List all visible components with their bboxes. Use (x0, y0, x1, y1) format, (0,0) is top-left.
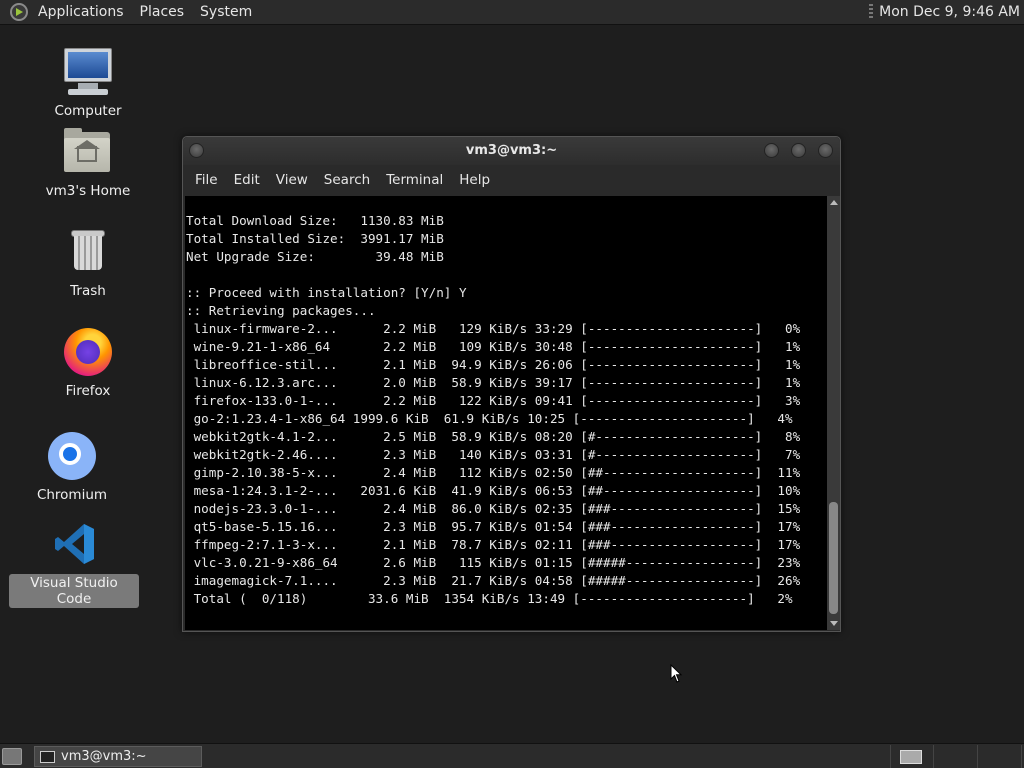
menu-view[interactable]: View (268, 172, 316, 188)
desktop-icon-label: Firefox (65, 383, 111, 399)
desktop-icon-trash[interactable]: Trash (23, 226, 153, 300)
terminal-line: nodejs-23.3.0-1-... 2.4 MiB 86.0 KiB/s 0… (186, 501, 801, 516)
desktop-icon-label: vm3's Home (45, 183, 131, 199)
terminal-window[interactable]: vm3@vm3:~ File Edit View Search Terminal… (182, 136, 841, 632)
chromium-icon (46, 430, 98, 482)
desktop-icon-label: Trash (70, 283, 106, 299)
taskbar-window-button[interactable]: vm3@vm3:~ (34, 746, 202, 767)
terminal-line: Net Upgrade Size: 39.48 MiB (186, 249, 444, 264)
panel-grip-icon (869, 4, 874, 20)
terminal-line: go-2:1.23.4-1-x86_64 1999.6 KiB 61.9 KiB… (186, 411, 793, 426)
terminal-line: linux-firmware-2... 2.2 MiB 129 KiB/s 33… (186, 321, 801, 336)
system-menu[interactable]: System (192, 0, 260, 25)
terminal-line: :: Retrieving packages... (186, 303, 376, 318)
window-title: vm3@vm3:~ (465, 143, 558, 158)
minimize-icon[interactable] (764, 143, 779, 158)
desktop-icon-firefox[interactable]: Firefox (23, 326, 153, 400)
desktop-icon-label: Chromium (36, 487, 108, 503)
terminal-line: webkit2gtk-2.46.... 2.3 MiB 140 KiB/s 03… (186, 447, 801, 462)
terminal-line: webkit2gtk-4.1-2... 2.5 MiB 58.9 KiB/s 0… (186, 429, 801, 444)
top-panel: Applications Places System Mon Dec 9, 9:… (0, 0, 1024, 25)
trash-icon (62, 226, 114, 278)
workspace-window-thumbnail (900, 750, 922, 764)
terminal-line: firefox-133.0-1-... 2.2 MiB 122 KiB/s 09… (186, 393, 801, 408)
menu-help[interactable]: Help (451, 172, 498, 188)
places-menu[interactable]: Places (132, 0, 193, 25)
mouse-cursor-icon (670, 664, 683, 683)
vscode-icon (48, 518, 100, 570)
terminal-line: Total Installed Size: 3991.17 MiB (186, 231, 444, 246)
scroll-down-icon[interactable] (830, 621, 838, 626)
terminal-line: vlc-3.0.21-9-x86_64 2.6 MiB 115 KiB/s 01… (186, 555, 801, 570)
scroll-up-icon[interactable] (830, 200, 838, 205)
terminal-line: linux-6.12.3.arc... 2.0 MiB 58.9 KiB/s 3… (186, 375, 801, 390)
workspace-3[interactable] (978, 745, 1022, 768)
menu-file[interactable]: File (187, 172, 226, 188)
terminal-line: ffmpeg-2:7.1-3-x... 2.1 MiB 78.7 KiB/s 0… (186, 537, 801, 552)
terminal-line: Total ( 0/118) 33.6 MiB 1354 KiB/s 13:49… (186, 591, 793, 606)
desktop-icon-label: Computer (54, 103, 122, 119)
menu-edit[interactable]: Edit (226, 172, 268, 188)
distro-logo-icon[interactable] (10, 3, 28, 21)
firefox-icon (62, 326, 114, 378)
terminal-line: Total Download Size: 1130.83 MiB (186, 213, 444, 228)
bottom-panel: vm3@vm3:~ (0, 743, 1024, 768)
terminal-line: imagemagick-7.1.... 2.3 MiB 21.7 KiB/s 0… (186, 573, 801, 588)
desktop-icon-vscode[interactable]: Visual Studio Code (9, 518, 139, 608)
window-menu-icon[interactable] (189, 143, 204, 158)
scrollbar-thumb[interactable] (829, 502, 838, 614)
home-folder-icon (62, 126, 114, 178)
maximize-icon[interactable] (791, 143, 806, 158)
terminal-line: gimp-2.10.38-5-x... 2.4 MiB 112 KiB/s 02… (186, 465, 801, 480)
menu-search[interactable]: Search (316, 172, 378, 188)
taskbar-window-label: vm3@vm3:~ (61, 749, 147, 764)
menu-terminal[interactable]: Terminal (378, 172, 451, 188)
terminal-line: mesa-1:24.3.1-2-... 2031.6 KiB 41.9 KiB/… (186, 483, 801, 498)
close-icon[interactable] (818, 143, 833, 158)
desktop-icon-computer[interactable]: Computer (23, 46, 153, 120)
window-titlebar[interactable]: vm3@vm3:~ (183, 137, 840, 165)
desktop-icon-label: Visual Studio Code (9, 574, 139, 608)
terminal-menubar: File Edit View Search Terminal Help (183, 165, 840, 195)
desktop-icon-home[interactable]: vm3's Home (23, 126, 153, 200)
computer-icon (62, 46, 114, 98)
desktop-icon-chromium[interactable]: Chromium (7, 430, 137, 504)
terminal-line: wine-9.21-1-x86_64 2.2 MiB 109 KiB/s 30:… (186, 339, 801, 354)
workspace-2[interactable] (934, 745, 978, 768)
terminal-scrollbar[interactable] (827, 196, 840, 630)
applications-menu[interactable]: Applications (30, 0, 132, 25)
workspace-1[interactable] (890, 745, 934, 768)
terminal-icon (40, 751, 55, 763)
terminal-output[interactable]: Total Download Size: 1130.83 MiB Total In… (185, 196, 827, 630)
terminal-line: qt5-base-5.15.16... 2.3 MiB 95.7 KiB/s 0… (186, 519, 801, 534)
terminal-line: :: Proceed with installation? [Y/n] Y (186, 285, 467, 300)
clock[interactable]: Mon Dec 9, 9:46 AM (879, 4, 1024, 20)
show-desktop-icon[interactable] (2, 748, 22, 765)
terminal-line: libreoffice-stil... 2.1 MiB 94.9 KiB/s 2… (186, 357, 801, 372)
